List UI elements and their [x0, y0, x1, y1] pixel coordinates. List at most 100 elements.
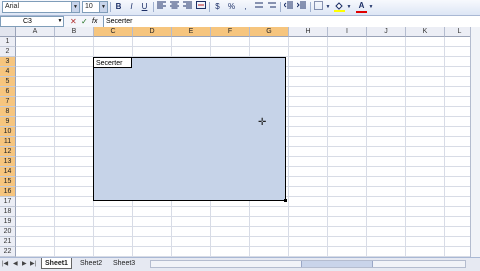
chevron-down-icon[interactable]: ▼ [325, 1, 331, 13]
align-right-button[interactable] [182, 1, 193, 13]
chevron-down-icon[interactable]: ▼ [57, 17, 63, 26]
toolbar-separator [209, 2, 210, 12]
fill-handle[interactable] [284, 199, 287, 202]
currency-button[interactable]: $ [212, 1, 223, 13]
grid-line [54, 37, 55, 257]
chevron-down-icon[interactable]: ▼ [346, 1, 352, 13]
chevron-down-icon[interactable]: ▼ [71, 2, 79, 12]
grid-line [16, 46, 480, 47]
row-header[interactable]: 16 [0, 187, 16, 197]
enter-entry-icon[interactable]: ✓ [81, 16, 88, 27]
row-header[interactable]: 11 [0, 137, 16, 147]
borders-icon [314, 1, 323, 10]
cancel-entry-icon[interactable]: ✕ [70, 16, 77, 27]
vertical-scrollbar[interactable] [470, 27, 480, 257]
row-header[interactable]: 18 [0, 207, 16, 217]
italic-button[interactable]: I [126, 1, 137, 13]
column-header[interactable]: I [328, 27, 367, 37]
font-name-combo[interactable]: Arial ▼ [2, 1, 80, 13]
toolbar-separator [310, 2, 311, 12]
row-header[interactable]: 6 [0, 87, 16, 97]
bold-button[interactable]: B [113, 1, 124, 13]
row-header[interactable]: 10 [0, 127, 16, 137]
column-header[interactable]: A [16, 27, 55, 37]
row-header[interactable]: 4 [0, 67, 16, 77]
underline-button[interactable]: U [139, 1, 150, 13]
grid-line [16, 206, 480, 207]
align-left-button[interactable] [156, 1, 167, 13]
row-header[interactable]: 1 [0, 37, 16, 47]
row-header[interactable]: 5 [0, 77, 16, 87]
row-header[interactable]: 8 [0, 107, 16, 117]
column-header[interactable]: F [211, 27, 250, 37]
scrollbar-thumb[interactable] [301, 261, 373, 267]
last-sheet-icon[interactable]: ▶| [30, 260, 36, 268]
next-sheet-icon[interactable]: ▶ [22, 260, 27, 268]
insert-function-icon[interactable]: fx [92, 16, 97, 27]
comma-style-button[interactable]: , [240, 1, 251, 13]
row-header[interactable]: 20 [0, 227, 16, 237]
row-header[interactable]: 7 [0, 97, 16, 107]
first-sheet-icon[interactable]: |◀ [2, 260, 8, 268]
decrease-decimal-icon [267, 2, 276, 8]
grid-line [327, 37, 328, 257]
row-header[interactable]: 19 [0, 217, 16, 227]
grid-line [16, 216, 480, 217]
borders-button[interactable] [313, 1, 324, 13]
decrease-decimal-button[interactable] [266, 1, 277, 13]
grid-line [366, 37, 367, 257]
column-header[interactable]: J [367, 27, 406, 37]
column-header[interactable]: B [55, 27, 94, 37]
row-header[interactable]: 17 [0, 197, 16, 207]
column-header[interactable]: D [133, 27, 172, 37]
row-header[interactable]: 3 [0, 57, 16, 67]
column-header[interactable]: G [250, 27, 289, 37]
increase-indent-icon [296, 1, 306, 9]
merge-center-button[interactable] [195, 1, 206, 13]
column-header[interactable]: E [172, 27, 211, 37]
horizontal-scrollbar[interactable] [150, 260, 466, 268]
chevron-down-icon[interactable]: ▼ [99, 2, 107, 12]
column-header[interactable]: C [94, 27, 133, 37]
align-center-button[interactable] [169, 1, 180, 13]
merge-center-icon [195, 1, 206, 9]
row-header[interactable]: 2 [0, 47, 16, 57]
formatting-toolbar: Arial ▼ 10 ▼ B I U $ % , ▼ ▼ A ▼ [0, 0, 480, 16]
tab-sheet3[interactable]: Sheet3 [110, 258, 138, 269]
align-left-icon [157, 1, 166, 9]
row-header[interactable]: 14 [0, 167, 16, 177]
fill-color-button[interactable] [334, 1, 345, 13]
row-header[interactable]: 22 [0, 247, 16, 257]
grid-line [16, 226, 480, 227]
decrease-indent-button[interactable] [283, 1, 294, 13]
grid-line [444, 37, 445, 257]
font-size-value: 10 [85, 3, 93, 10]
grid-line [16, 236, 480, 237]
paint-bucket-icon [334, 2, 345, 12]
chevron-down-icon[interactable]: ▼ [368, 1, 374, 13]
row-header[interactable]: 15 [0, 177, 16, 187]
align-right-icon [183, 1, 192, 9]
tab-sheet2[interactable]: Sheet2 [77, 258, 105, 269]
name-box-value: C3 [23, 18, 32, 25]
row-header[interactable]: 12 [0, 147, 16, 157]
increase-decimal-button[interactable] [253, 1, 264, 13]
selected-range[interactable] [93, 57, 286, 201]
row-header[interactable]: 21 [0, 237, 16, 247]
formula-input[interactable]: Secerter [103, 16, 480, 27]
increase-indent-button[interactable] [296, 1, 307, 13]
tab-sheet1[interactable]: Sheet1 [41, 258, 72, 269]
select-all-corner[interactable] [0, 27, 16, 37]
row-header[interactable]: 13 [0, 157, 16, 167]
font-color-button[interactable]: A [356, 1, 367, 13]
percent-button[interactable]: % [226, 1, 237, 13]
prev-sheet-icon[interactable]: ◀ [13, 260, 18, 268]
name-box[interactable]: C3 ▼ [0, 16, 64, 27]
column-header[interactable]: H [289, 27, 328, 37]
row-header[interactable]: 9 [0, 117, 16, 127]
grid-line [405, 37, 406, 257]
font-size-combo[interactable]: 10 ▼ [82, 1, 108, 13]
column-header[interactable]: K [406, 27, 445, 37]
active-cell[interactable]: Secerter [93, 57, 132, 68]
sheet-tab-bar: |◀ ◀ ▶ ▶| Sheet1 Sheet2 Sheet3 [0, 257, 480, 271]
